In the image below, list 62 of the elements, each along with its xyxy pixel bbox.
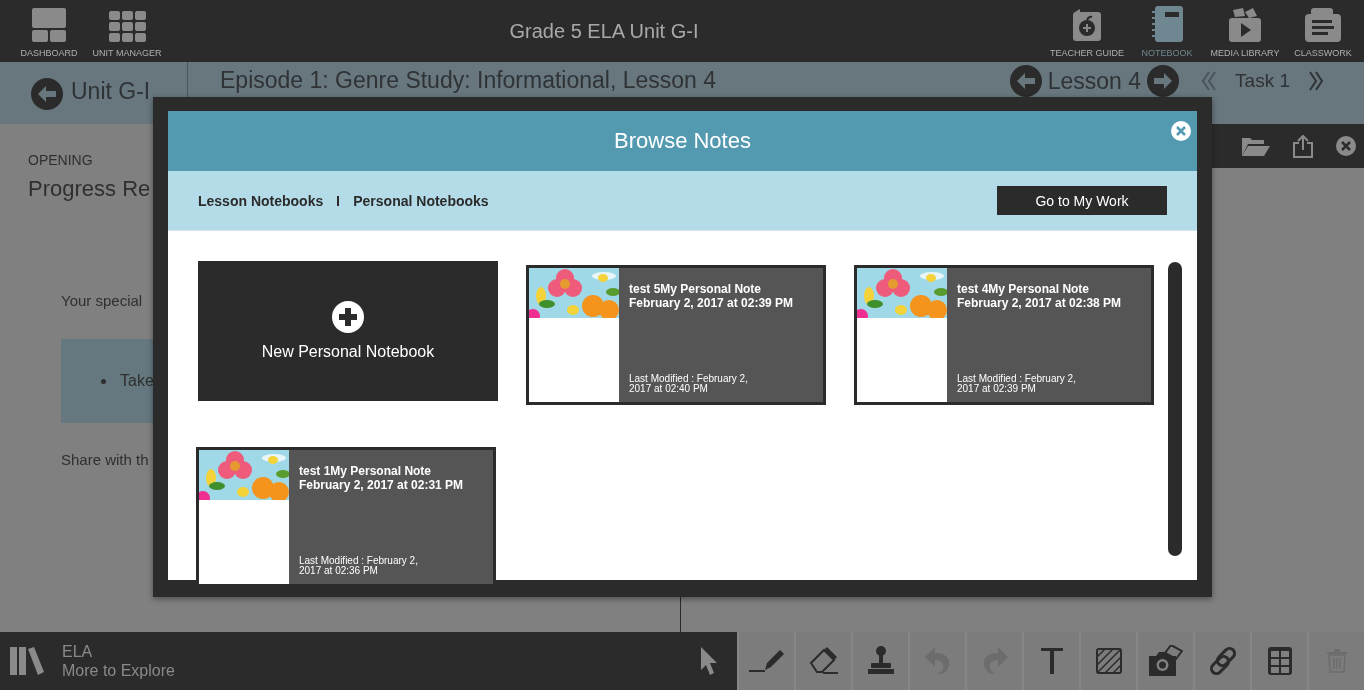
lesson-heading: Progress Re (28, 176, 151, 202)
tab-separator (337, 195, 340, 206)
text-tool-icon[interactable] (1040, 648, 1063, 674)
nav-button[interactable]: NOTEBOOK (1132, 0, 1202, 62)
note-title: test 4My Personal Note (957, 282, 1091, 296)
explore-link[interactable]: More to Explore (62, 661, 175, 680)
notebook-icon (1151, 6, 1183, 42)
section-label: OPENING (28, 152, 93, 168)
note-date: February 2, 2017 at 02:39 PM (629, 296, 795, 310)
nav-button[interactable]: UNIT MANAGER (92, 0, 162, 62)
share-icon[interactable] (1292, 134, 1314, 158)
paragraph: Share with th (61, 451, 149, 468)
book-apple-icon (1072, 8, 1102, 42)
dashboard-icon (32, 8, 66, 42)
close-icon[interactable] (1171, 121, 1191, 141)
modified-date: Last Modified : February 2, 2017 at 02:39 PM (957, 374, 1077, 394)
tab-link[interactable]: Personal Notebooks (353, 192, 489, 209)
nav-button[interactable]: MEDIA LIBRARY (1210, 0, 1280, 62)
note-card[interactable]: test 5My Personal Note February 2, 2017 at 02:39 PM Last Modified : February 2, 2017 at 02:40 PM (526, 265, 826, 405)
episode-title: Episode 1: Genre Study: Informational, Lesson 4 (220, 67, 717, 93)
tab-link[interactable]: Lesson Notebooks (198, 192, 324, 209)
note-date: February 2, 2017 at 02:31 PM (299, 478, 465, 492)
dialog-title: Browse Notes (614, 128, 751, 154)
note-title: test 1My Personal Note (299, 464, 433, 478)
task-label: Task 1 (1235, 70, 1290, 92)
bullet-text: Take (120, 372, 154, 390)
note-card[interactable]: test 4My Personal Note February 2, 2017 at 02:38 PM Last Modified : February 2, 2017 at 02:39 PM (854, 265, 1154, 405)
eraser-icon[interactable] (808, 647, 839, 675)
video-folder-icon (1229, 8, 1261, 42)
table-icon[interactable] (1267, 647, 1292, 675)
paragraph: Your special (61, 292, 143, 309)
cursor-icon[interactable] (698, 646, 719, 676)
lesson-label: Lesson 4 (1047, 67, 1142, 95)
go-to-my-work-button[interactable]: Go to My Work (997, 186, 1167, 215)
double-chevron-right-icon[interactable] (1308, 71, 1324, 91)
grid-icon (108, 11, 146, 42)
folder-icon[interactable] (1242, 136, 1270, 156)
link-icon[interactable] (1207, 646, 1238, 676)
hatch-fill-icon[interactable] (1095, 648, 1122, 674)
pen-icon[interactable] (748, 648, 785, 674)
back-icon[interactable] (31, 78, 63, 110)
scrollbar[interactable] (1168, 262, 1182, 556)
previous-icon[interactable] (1009, 65, 1042, 97)
nav-button[interactable]: TEACHER GUIDE (1050, 0, 1124, 62)
new-notebook-button[interactable]: New Personal Notebook (198, 261, 498, 401)
subject-label: ELA (62, 642, 94, 661)
modified-date: Last Modified : February 2, 2017 at 02:40 PM (629, 374, 749, 394)
note-date: February 2, 2017 at 02:38 PM (957, 296, 1123, 310)
note-title: test 5My Personal Note (629, 282, 763, 296)
close-icon[interactable] (1336, 136, 1356, 156)
tray-icon (1305, 8, 1341, 42)
camera-icon[interactable] (1148, 645, 1183, 677)
next-icon[interactable] (1147, 65, 1180, 97)
modified-date: Last Modified : February 2, 2017 at 02:36 PM (299, 556, 419, 576)
app-title: Grade 5 ELA Unit G-I (509, 19, 699, 43)
library-icon[interactable] (10, 647, 44, 675)
note-card[interactable]: test 1My Personal Note February 2, 2017 at 02:31 PM Last Modified : February 2, 2017 at 02:36 PM (196, 447, 496, 587)
nav-button[interactable]: DASHBOARD (14, 0, 84, 62)
bullet-icon (101, 378, 106, 384)
nav-button[interactable]: CLASSWORK (1288, 0, 1358, 62)
plus-circle-icon (332, 301, 364, 333)
stamp-icon[interactable] (866, 646, 895, 676)
